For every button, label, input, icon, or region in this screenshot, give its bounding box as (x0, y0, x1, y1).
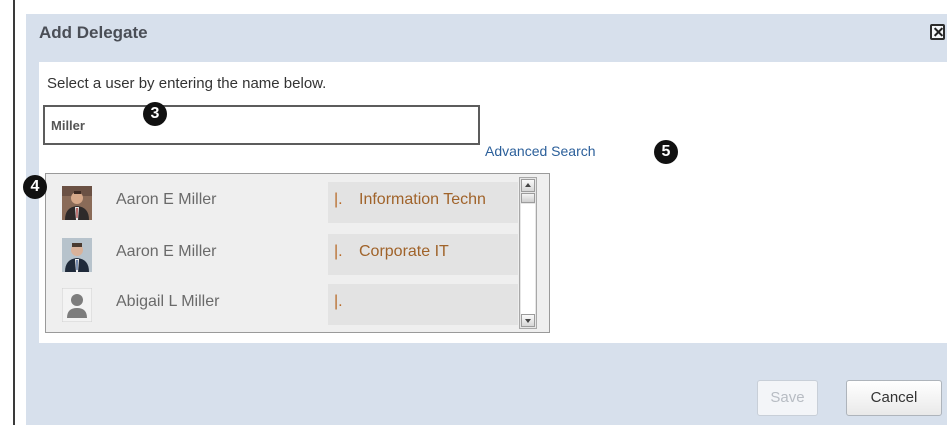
advanced-search-link[interactable]: Advanced Search (485, 143, 596, 159)
close-icon[interactable] (930, 24, 945, 40)
scroll-up-arrow-icon[interactable] (521, 179, 535, 192)
dialog-titlebar: Add Delegate (26, 14, 947, 54)
department-separator: |. (334, 243, 343, 260)
department-separator: |. (334, 293, 343, 310)
user-suggestions-dropdown: Aaron E Miller |. Information Techn Aaro… (45, 173, 550, 333)
scroll-down-arrow-icon[interactable] (521, 314, 535, 327)
suggestion-row[interactable]: Aaron E Miller |. Corporate IT (52, 230, 518, 275)
suggestion-name: Aaron E Miller (116, 191, 217, 208)
dialog-body: Select a user by entering the name below… (39, 62, 947, 343)
suggestion-row[interactable]: Abigail L Miller |. (52, 280, 518, 325)
suggestion-name: Abigail L Miller (116, 293, 220, 310)
generic-person-icon (62, 288, 92, 322)
suggestion-name: Aaron E Miller (116, 243, 217, 260)
callout-badge-3: 3 (143, 102, 167, 126)
dialog-title: Add Delegate (39, 23, 148, 42)
department-separator: |. (334, 191, 343, 208)
callout-badge-4: 4 (23, 175, 47, 199)
instruction-text: Select a user by entering the name below… (47, 75, 327, 92)
suggestion-department-cell: |. Information Techn (328, 182, 518, 223)
cancel-button[interactable]: Cancel (846, 380, 942, 416)
save-button[interactable]: Save (757, 380, 818, 416)
add-delegate-dialog: Add Delegate Select a user by entering t… (26, 14, 947, 425)
user-photo-avatar (62, 238, 92, 272)
user-photo-avatar (62, 186, 92, 220)
callout-badge-5: 5 (654, 140, 678, 164)
left-border-line (13, 0, 15, 425)
scroll-thumb[interactable] (521, 193, 535, 203)
suggestion-department: Corporate IT (359, 243, 449, 260)
user-search-input[interactable] (43, 105, 480, 145)
scroll-track[interactable] (521, 204, 535, 314)
dropdown-scrollbar[interactable] (519, 177, 537, 329)
suggestion-department-cell: |. (328, 284, 518, 325)
suggestion-department: Information Techn (359, 191, 486, 208)
suggestion-row[interactable]: Aaron E Miller |. Information Techn (52, 178, 518, 223)
suggestion-department-cell: |. Corporate IT (328, 234, 518, 275)
